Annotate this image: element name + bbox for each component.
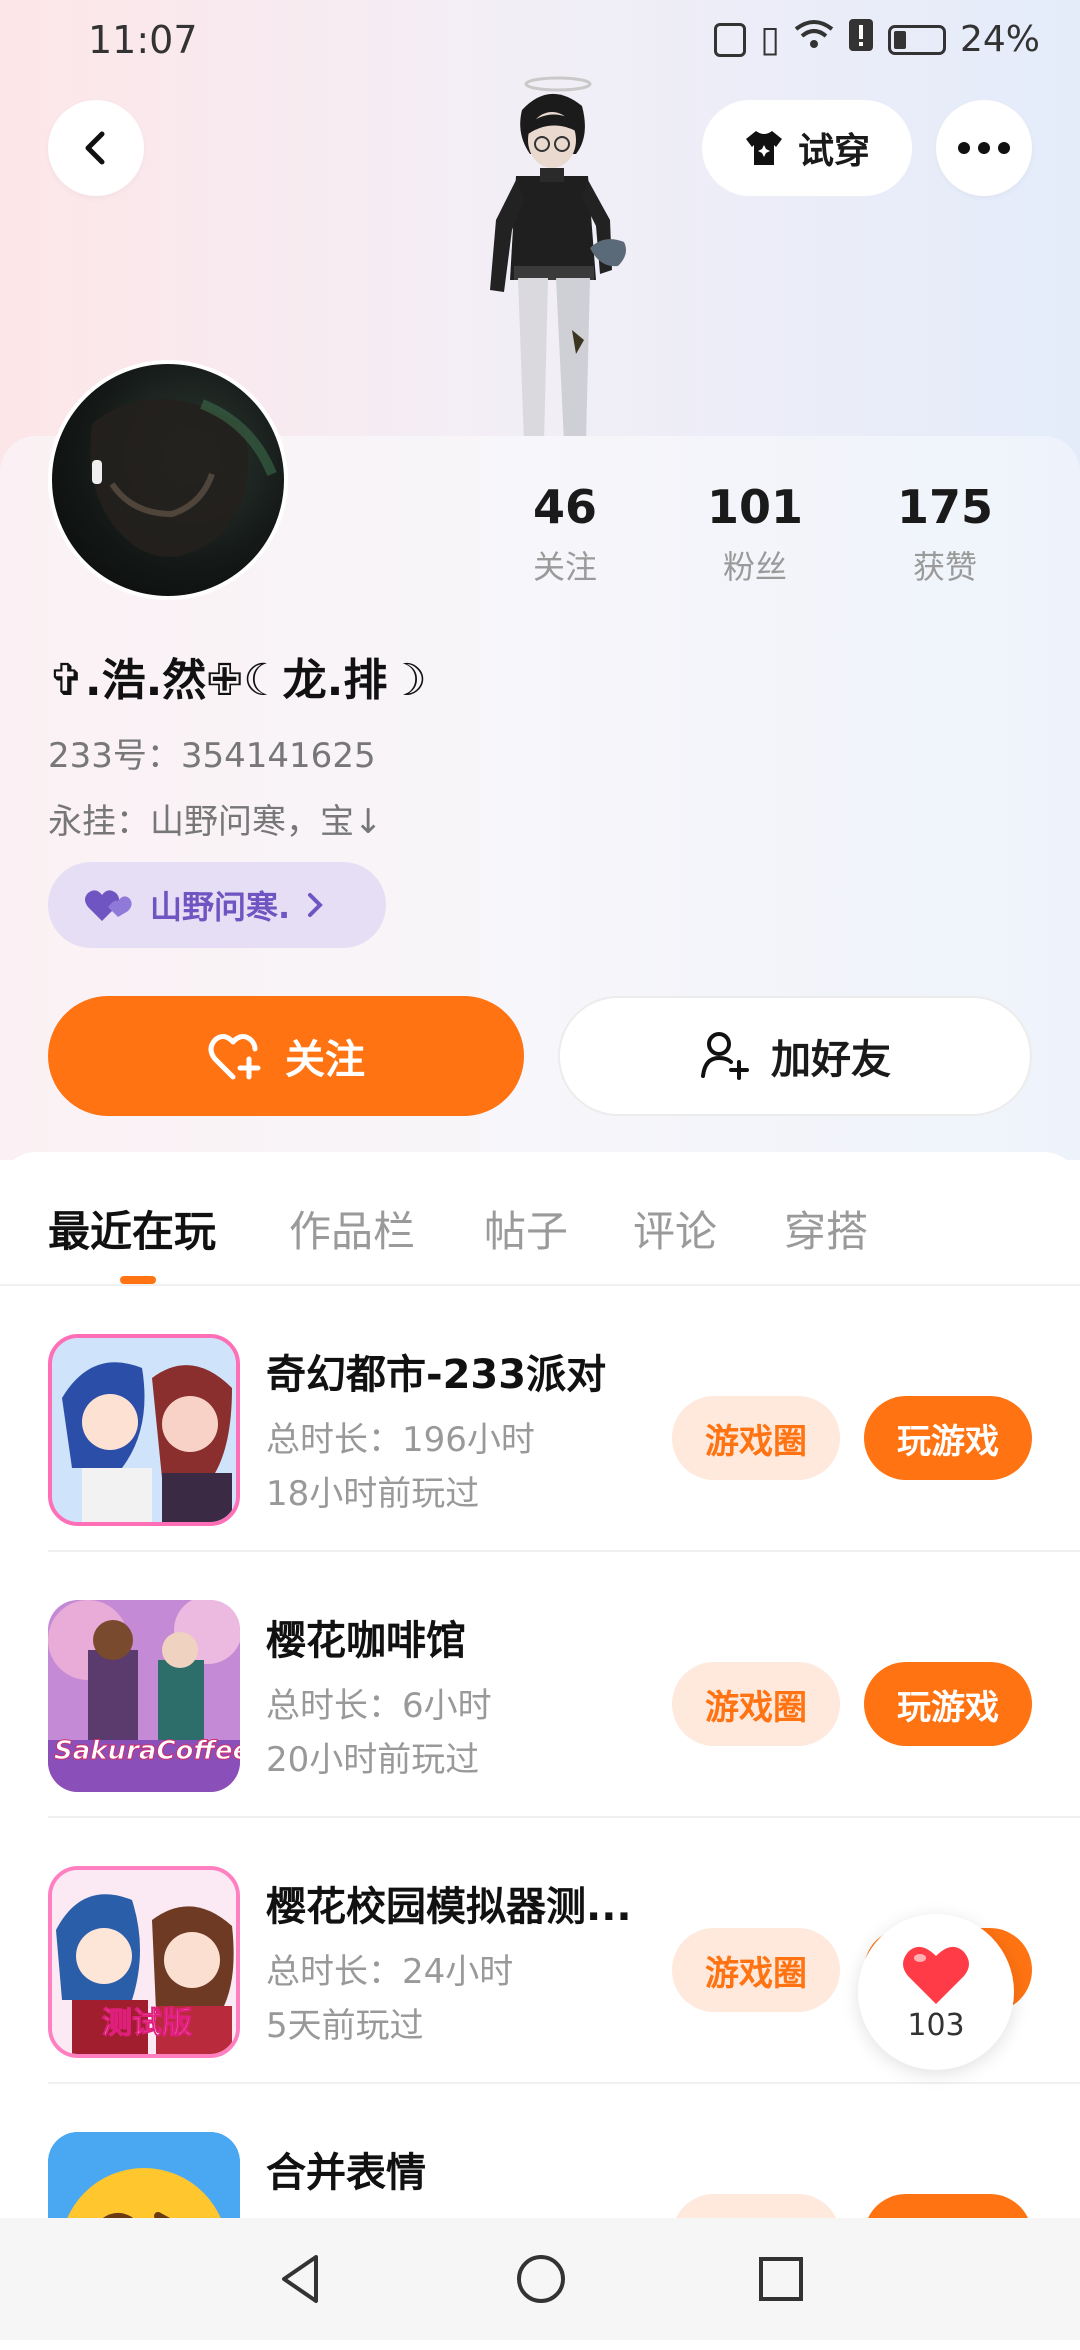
list-item[interactable]: 奇幻都市-233派对 总时长：196小时 18小时前玩过 游戏圈 玩游戏 <box>48 1286 1080 1552</box>
double-heart-icon <box>85 890 132 921</box>
game-circle-button[interactable]: 游戏圈 <box>672 1662 840 1746</box>
play-game-button[interactable]: 玩游戏 <box>864 1396 1032 1480</box>
nav-recents-icon[interactable] <box>758 2256 804 2302</box>
add-friend-button[interactable]: 加好友 <box>558 996 1032 1116</box>
stat-value: 175 <box>896 480 994 534</box>
sakura-school-icon[interactable]: 测试版 <box>48 1866 240 2058</box>
play-game-button[interactable]: 玩游戏 <box>864 1662 1032 1746</box>
tab-outfits[interactable]: 穿搭 <box>784 1198 868 1259</box>
profile-stats: 46 关注 101 粉丝 175 获赞 <box>470 480 1040 588</box>
more-options-button[interactable] <box>936 100 1032 196</box>
bio: 永挂：山野问寒，宝↓ <box>48 802 383 842</box>
like-count: 103 <box>907 2007 965 2043</box>
stat-label: 获赞 <box>912 548 977 586</box>
try-on-button[interactable]: 试穿 <box>702 100 912 196</box>
stat-value: 101 <box>706 480 804 534</box>
user-id[interactable]: 233号：354141625 <box>48 728 376 777</box>
game-title: 樱花咖啡馆 <box>266 1618 466 1664</box>
add-user-icon <box>701 1032 749 1080</box>
vibrate-icon: ▯ <box>760 19 780 60</box>
game-icon-text: SakuraCoffee <box>53 1736 240 1767</box>
game-title: 樱花校园模拟器测... <box>266 1884 632 1930</box>
back-button[interactable] <box>48 100 144 196</box>
more-dots-icon <box>958 142 1010 154</box>
game-circle-button[interactable]: 游戏圈 <box>672 1396 840 1480</box>
status-icons: ▯ 24% <box>714 18 1040 61</box>
stat-label: 关注 <box>532 548 597 586</box>
chevron-right-icon <box>308 893 324 917</box>
avatar-3d-character[interactable] <box>440 70 660 442</box>
heart-icon <box>903 1946 969 2004</box>
nav-back-icon[interactable] <box>276 2253 324 2305</box>
floating-like-button[interactable]: 103 <box>858 1914 1014 2070</box>
tshirt-icon <box>745 131 782 165</box>
try-on-label: 试穿 <box>797 131 870 172</box>
content-panel: 最近在玩 作品栏 帖子 评论 穿搭 奇幻都市-233派对 总时长：196小时 1… <box>0 1152 1080 2340</box>
stat-value: 46 <box>532 480 597 534</box>
tab-recent-games[interactable]: 最近在玩 <box>48 1198 216 1259</box>
game-last-played: 5天前玩过 <box>266 2006 424 2046</box>
game-duration: 总时长：196小时 <box>266 1420 535 1460</box>
stat-followers[interactable]: 101 粉丝 <box>660 480 850 588</box>
game-last-played: 20小时前玩过 <box>266 1740 480 1780</box>
nav-home-icon[interactable] <box>515 2253 567 2305</box>
tab-posts[interactable]: 帖子 <box>484 1198 568 1259</box>
tab-works[interactable]: 作品栏 <box>289 1198 415 1259</box>
chevron-left-icon <box>85 131 105 165</box>
wifi-icon <box>794 19 834 60</box>
sakura-coffee-icon[interactable]: SakuraCoffee <box>48 1600 240 1792</box>
game-duration: 总时长：6小时 <box>266 1686 492 1726</box>
stat-label: 粉丝 <box>722 548 787 586</box>
follow-label: 关注 <box>285 1037 365 1083</box>
game-last-played: 18小时前玩过 <box>266 1474 480 1514</box>
alert-icon <box>848 18 874 61</box>
add-friend-label: 加好友 <box>771 1037 891 1083</box>
stat-likes[interactable]: 175 获赞 <box>850 480 1040 588</box>
relationship-tag[interactable]: 山野问寒. <box>48 862 386 948</box>
tab-comments[interactable]: 评论 <box>633 1198 717 1259</box>
game-duration: 总时长：24小时 <box>266 1952 514 1992</box>
relationship-tag-label: 山野问寒. <box>150 888 291 926</box>
nfc-icon <box>714 22 747 57</box>
stat-following[interactable]: 46 关注 <box>470 480 660 588</box>
battery-icon <box>887 24 946 55</box>
game-icon-text: 测试版 <box>102 2006 193 2042</box>
game-title: 奇幻都市-233派对 <box>266 1352 607 1398</box>
tab-bar: 最近在玩 作品栏 帖子 评论 穿搭 <box>0 1152 1080 1286</box>
game-circle-button[interactable]: 游戏圈 <box>672 1928 840 2012</box>
nickname: ✞.浩.然✙☾龙.排☽ <box>48 655 427 706</box>
tab-indicator <box>120 1276 156 1284</box>
game-title: 合并表情 <box>266 2150 426 2196</box>
heart-plus-icon <box>208 1034 261 1080</box>
avatar[interactable] <box>48 360 288 600</box>
list-item[interactable]: SakuraCoffee 樱花咖啡馆 总时长：6小时 20小时前玩过 游戏圈 玩… <box>48 1552 1080 1818</box>
party-game-icon[interactable] <box>48 1334 240 1526</box>
status-time: 11:07 <box>88 18 198 62</box>
battery-percent: 24% <box>959 19 1040 60</box>
follow-button[interactable]: 关注 <box>48 996 524 1116</box>
system-nav-bar <box>0 2218 1080 2340</box>
